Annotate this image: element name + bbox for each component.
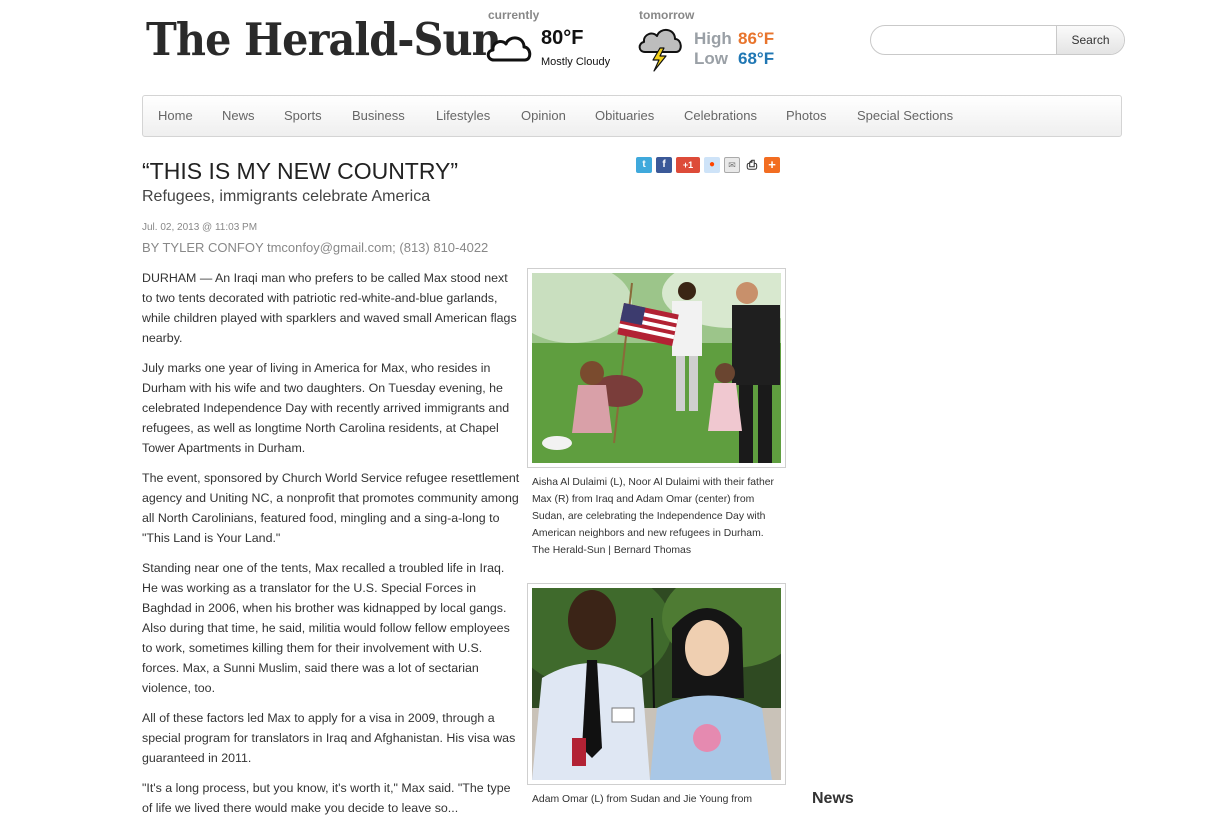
nav-item-lifestyles[interactable]: Lifestyles: [436, 96, 490, 136]
print-icon[interactable]: ⎙: [744, 157, 760, 173]
low-label: Low: [694, 49, 728, 68]
current-condition: Mostly Cloudy: [541, 56, 611, 68]
article-paragraph: All of these factors led Max to apply fo…: [142, 711, 516, 765]
photo-children-with-flag: [532, 273, 781, 463]
article-photo-1[interactable]: [527, 268, 786, 468]
reddit-icon[interactable]: ●: [704, 157, 720, 173]
nav-item-sports[interactable]: Sports: [284, 96, 322, 136]
low-temperature: 68°F: [738, 49, 775, 68]
article-paragraph: The event, sponsored by Church World Ser…: [142, 471, 520, 545]
article-paragraph: July marks one year of living in America…: [142, 361, 510, 455]
nav-item-business[interactable]: Business: [352, 96, 405, 136]
nav-item-special-sections[interactable]: Special Sections: [857, 96, 953, 136]
nav-item-news[interactable]: News: [222, 96, 255, 136]
nav-item-photos[interactable]: Photos: [786, 96, 826, 136]
sidebar-heading-news: News: [812, 790, 854, 807]
weather-current-label: currently: [488, 8, 540, 22]
article-body: DURHAM — An Iraqi man who prefers to be …: [142, 268, 520, 828]
cloud-icon: [486, 36, 532, 62]
photo-2-caption: Adam Omar (L) from Sudan and Jie Young f…: [532, 794, 753, 805]
article-paragraph: "It's a long process, but you know, it's…: [142, 781, 511, 815]
facebook-icon[interactable]: f: [656, 157, 672, 173]
current-temperature: 80°F: [541, 27, 584, 49]
article-byline: BY TYLER CONFOY tmconfoy@gmail.com; (813…: [142, 240, 489, 255]
photo-adam-and-jie: [532, 588, 781, 780]
twitter-icon[interactable]: t: [636, 157, 652, 173]
article-paragraph: DURHAM — An Iraqi man who prefers to be …: [142, 271, 517, 345]
search-button[interactable]: Search: [1056, 26, 1124, 54]
tomorrow-low: Low 68°F: [694, 49, 774, 69]
more-share-icon[interactable]: +: [764, 157, 780, 173]
nav-item-obituaries[interactable]: Obituaries: [595, 96, 654, 136]
photo-1-caption: Aisha Al Dulaimi (L), Noor Al Dulaimi wi…: [532, 477, 774, 556]
article-headline: “THIS IS MY NEW COUNTRY”: [142, 158, 459, 184]
email-icon[interactable]: ✉: [724, 157, 740, 173]
google-plus-icon[interactable]: +1: [676, 157, 700, 173]
search-input[interactable]: [871, 26, 1057, 54]
nav-item-celebrations[interactable]: Celebrations: [684, 96, 757, 136]
article-paragraph: Standing near one of the tents, Max reca…: [142, 561, 510, 695]
high-temperature: 86°F: [738, 29, 775, 48]
site-logo[interactable]: The Herald-Sun: [146, 8, 502, 72]
article-photo-2[interactable]: [527, 583, 786, 785]
tomorrow-high: High 86°F: [694, 29, 774, 49]
main-nav: Home News Sports Business Lifestyles Opi…: [142, 95, 1122, 137]
high-label: High: [694, 29, 732, 48]
article-subhead: Refugees, immigrants celebrate America: [142, 188, 431, 205]
thunderstorm-icon: [638, 29, 682, 72]
article-date: Jul. 02, 2013 @ 11:03 PM: [142, 222, 258, 233]
search-box: Search: [870, 25, 1125, 55]
weather-tomorrow-label: tomorrow: [639, 8, 695, 22]
nav-item-home[interactable]: Home: [158, 96, 193, 136]
nav-item-opinion[interactable]: Opinion: [521, 96, 566, 136]
